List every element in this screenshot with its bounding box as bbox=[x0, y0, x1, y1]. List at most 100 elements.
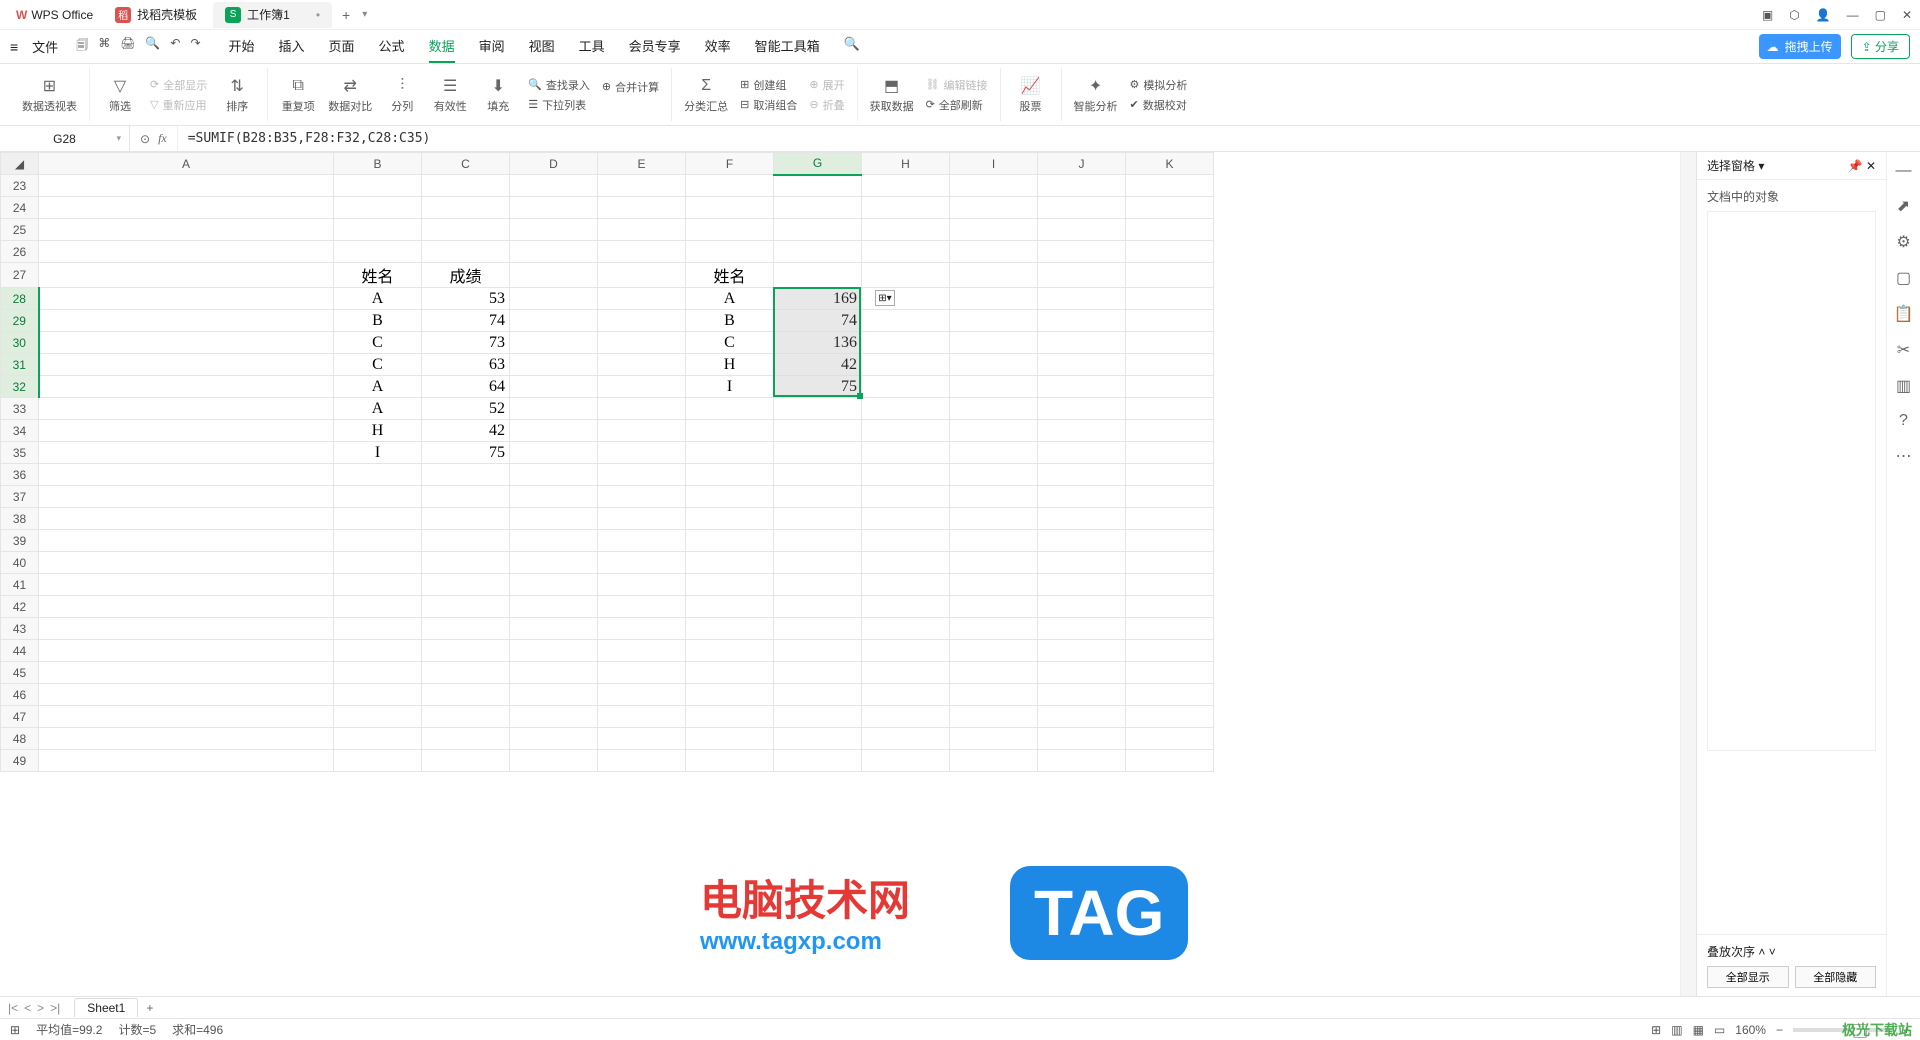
view-reading-icon[interactable]: ▭ bbox=[1714, 1023, 1725, 1037]
cell-H47[interactable] bbox=[862, 706, 950, 728]
cell-F43[interactable] bbox=[686, 618, 774, 640]
cell-A36[interactable] bbox=[39, 464, 334, 486]
col-header-B[interactable]: B bbox=[334, 153, 422, 175]
cell-H29[interactable] bbox=[862, 310, 950, 332]
cell-I45[interactable] bbox=[950, 662, 1038, 684]
clipboard-icon[interactable]: 📋 bbox=[1894, 304, 1914, 324]
cell-D37[interactable] bbox=[510, 486, 598, 508]
cell-D48[interactable] bbox=[510, 728, 598, 750]
cell-J27[interactable] bbox=[1038, 263, 1126, 288]
gear-icon[interactable]: ⚙ bbox=[1896, 232, 1910, 252]
print-icon[interactable]: 🖨 bbox=[120, 36, 135, 57]
cell-J34[interactable] bbox=[1038, 420, 1126, 442]
col-header-A[interactable]: A bbox=[39, 153, 334, 175]
status-mode-icon[interactable]: ⊞ bbox=[10, 1023, 20, 1037]
cell-F41[interactable] bbox=[686, 574, 774, 596]
cell-B43[interactable] bbox=[334, 618, 422, 640]
cell-J40[interactable] bbox=[1038, 552, 1126, 574]
cell-G35[interactable] bbox=[774, 442, 862, 464]
tab-member[interactable]: 会员专享 bbox=[629, 30, 681, 63]
tab-dropdown-icon[interactable]: ▾ bbox=[362, 9, 367, 20]
last-sheet-icon[interactable]: >| bbox=[50, 1001, 60, 1015]
name-box[interactable]: G28 bbox=[0, 126, 130, 151]
cell-I25[interactable] bbox=[950, 219, 1038, 241]
cell-F28[interactable]: A bbox=[686, 288, 774, 310]
cell-G29[interactable]: 74 bbox=[774, 310, 862, 332]
cell-A25[interactable] bbox=[39, 219, 334, 241]
cell-D29[interactable] bbox=[510, 310, 598, 332]
cell-B33[interactable]: A bbox=[334, 398, 422, 420]
cell-B45[interactable] bbox=[334, 662, 422, 684]
tab-insert[interactable]: 插入 bbox=[279, 30, 305, 63]
cell-C26[interactable] bbox=[422, 241, 510, 263]
cell-E32[interactable] bbox=[598, 376, 686, 398]
close-pane-icon[interactable]: ✕ bbox=[1866, 159, 1876, 173]
cell-I35[interactable] bbox=[950, 442, 1038, 464]
cell-E48[interactable] bbox=[598, 728, 686, 750]
cell-E37[interactable] bbox=[598, 486, 686, 508]
zoom-slider[interactable] bbox=[1793, 1028, 1893, 1032]
cell-F37[interactable] bbox=[686, 486, 774, 508]
cell-A45[interactable] bbox=[39, 662, 334, 684]
cell-D30[interactable] bbox=[510, 332, 598, 354]
cell-F46[interactable] bbox=[686, 684, 774, 706]
cell-E39[interactable] bbox=[598, 530, 686, 552]
cell-F26[interactable] bbox=[686, 241, 774, 263]
cell-K41[interactable] bbox=[1126, 574, 1214, 596]
cell-D34[interactable] bbox=[510, 420, 598, 442]
cell-A39[interactable] bbox=[39, 530, 334, 552]
cell-A31[interactable] bbox=[39, 354, 334, 376]
cell-K30[interactable] bbox=[1126, 332, 1214, 354]
cell-K42[interactable] bbox=[1126, 596, 1214, 618]
move-down-icon[interactable]: ˅ bbox=[1769, 945, 1776, 959]
spreadsheet-grid[interactable]: ◢ABCDEFGHIJK2324252627姓名成绩姓名28A53A16929B… bbox=[0, 152, 1680, 996]
cell-C29[interactable]: 74 bbox=[422, 310, 510, 332]
maximize-icon[interactable]: ▢ bbox=[1875, 8, 1886, 22]
cell-J31[interactable] bbox=[1038, 354, 1126, 376]
cell-J39[interactable] bbox=[1038, 530, 1126, 552]
cell-D49[interactable] bbox=[510, 750, 598, 772]
cell-G40[interactable] bbox=[774, 552, 862, 574]
cell-K27[interactable] bbox=[1126, 263, 1214, 288]
cell-F35[interactable] bbox=[686, 442, 774, 464]
cell-G25[interactable] bbox=[774, 219, 862, 241]
cell-C36[interactable] bbox=[422, 464, 510, 486]
cell-D32[interactable] bbox=[510, 376, 598, 398]
cell-E24[interactable] bbox=[598, 197, 686, 219]
cell-H23[interactable] bbox=[862, 175, 950, 197]
cell-B47[interactable] bbox=[334, 706, 422, 728]
cell-B40[interactable] bbox=[334, 552, 422, 574]
cell-E35[interactable] bbox=[598, 442, 686, 464]
cloud-upload-button[interactable]: ☁拖拽上传 bbox=[1759, 34, 1841, 59]
cell-G46[interactable] bbox=[774, 684, 862, 706]
cell-I49[interactable] bbox=[950, 750, 1038, 772]
cell-J44[interactable] bbox=[1038, 640, 1126, 662]
cell-A44[interactable] bbox=[39, 640, 334, 662]
cell-B27[interactable]: 姓名 bbox=[334, 263, 422, 288]
show-all-objects-button[interactable]: 全部显示 bbox=[1707, 966, 1789, 988]
expand-button[interactable]: ⊕展开 bbox=[809, 77, 844, 93]
col-header-K[interactable]: K bbox=[1126, 153, 1214, 175]
preview-icon[interactable]: 🔍 bbox=[145, 36, 160, 57]
cell-K38[interactable] bbox=[1126, 508, 1214, 530]
cell-A26[interactable] bbox=[39, 241, 334, 263]
cell-G27[interactable] bbox=[774, 263, 862, 288]
cell-J26[interactable] bbox=[1038, 241, 1126, 263]
cell-H37[interactable] bbox=[862, 486, 950, 508]
cell-I24[interactable] bbox=[950, 197, 1038, 219]
cell-F47[interactable] bbox=[686, 706, 774, 728]
cell-A43[interactable] bbox=[39, 618, 334, 640]
cell-K39[interactable] bbox=[1126, 530, 1214, 552]
cell-E43[interactable] bbox=[598, 618, 686, 640]
row-header-27[interactable]: 27 bbox=[1, 263, 39, 288]
cell-C49[interactable] bbox=[422, 750, 510, 772]
tab-workbook1[interactable]: S工作簿1• bbox=[213, 2, 332, 28]
cell-A37[interactable] bbox=[39, 486, 334, 508]
stocks-button[interactable]: 📈股票 bbox=[1013, 76, 1049, 114]
cell-F42[interactable] bbox=[686, 596, 774, 618]
row-header-23[interactable]: 23 bbox=[1, 175, 39, 197]
cell-B39[interactable] bbox=[334, 530, 422, 552]
sheet-tab-sheet1[interactable]: Sheet1 bbox=[74, 998, 138, 1017]
cell-D24[interactable] bbox=[510, 197, 598, 219]
validity-button[interactable]: ☰有效性 bbox=[432, 76, 468, 114]
